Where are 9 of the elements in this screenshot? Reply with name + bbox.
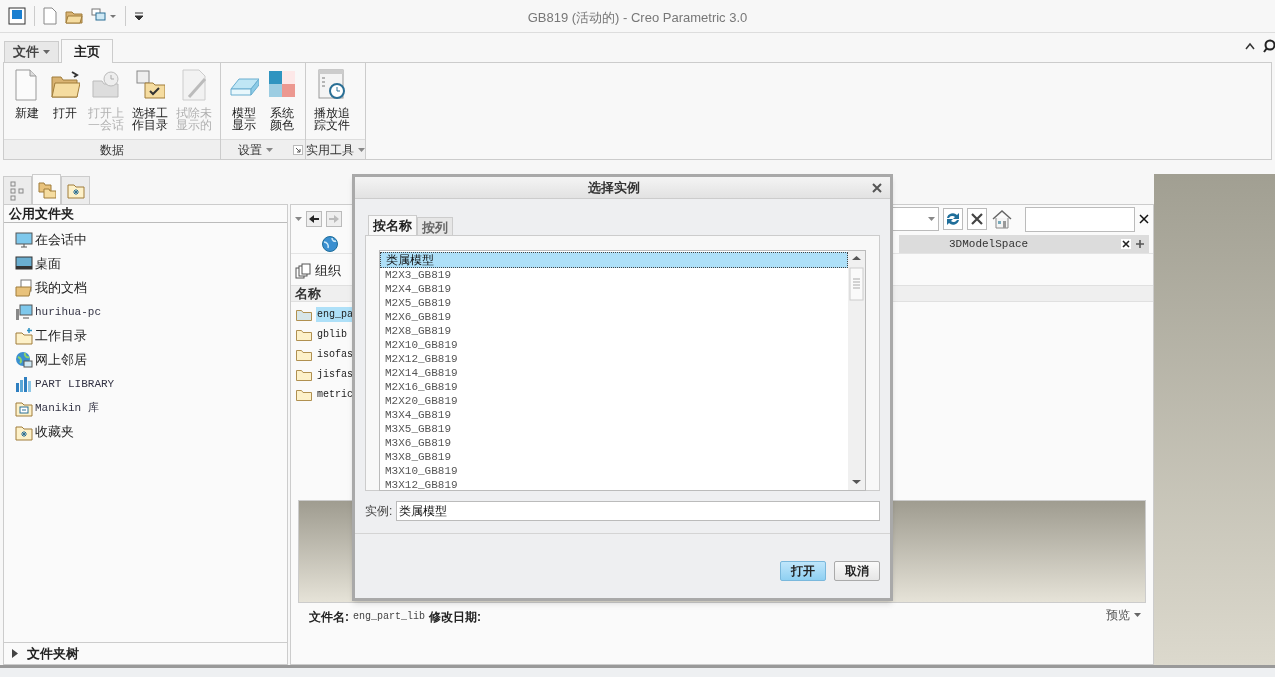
field-label: 文件名: — [309, 609, 349, 626]
tab-label: 3DModelSpace — [949, 236, 1030, 252]
dialog-title: 选择实例 — [586, 178, 641, 197]
field-value: eng_part_lib — [353, 610, 425, 624]
field-label: 修改日期: — [429, 609, 481, 626]
window-title: GB819 (活动的) - Creo Parametric 3.0 — [526, 9, 749, 27]
group-label: 数据 — [100, 141, 124, 159]
field-label: 实例: — [365, 503, 393, 520]
panel-header: 公用文件夹 — [4, 205, 287, 223]
